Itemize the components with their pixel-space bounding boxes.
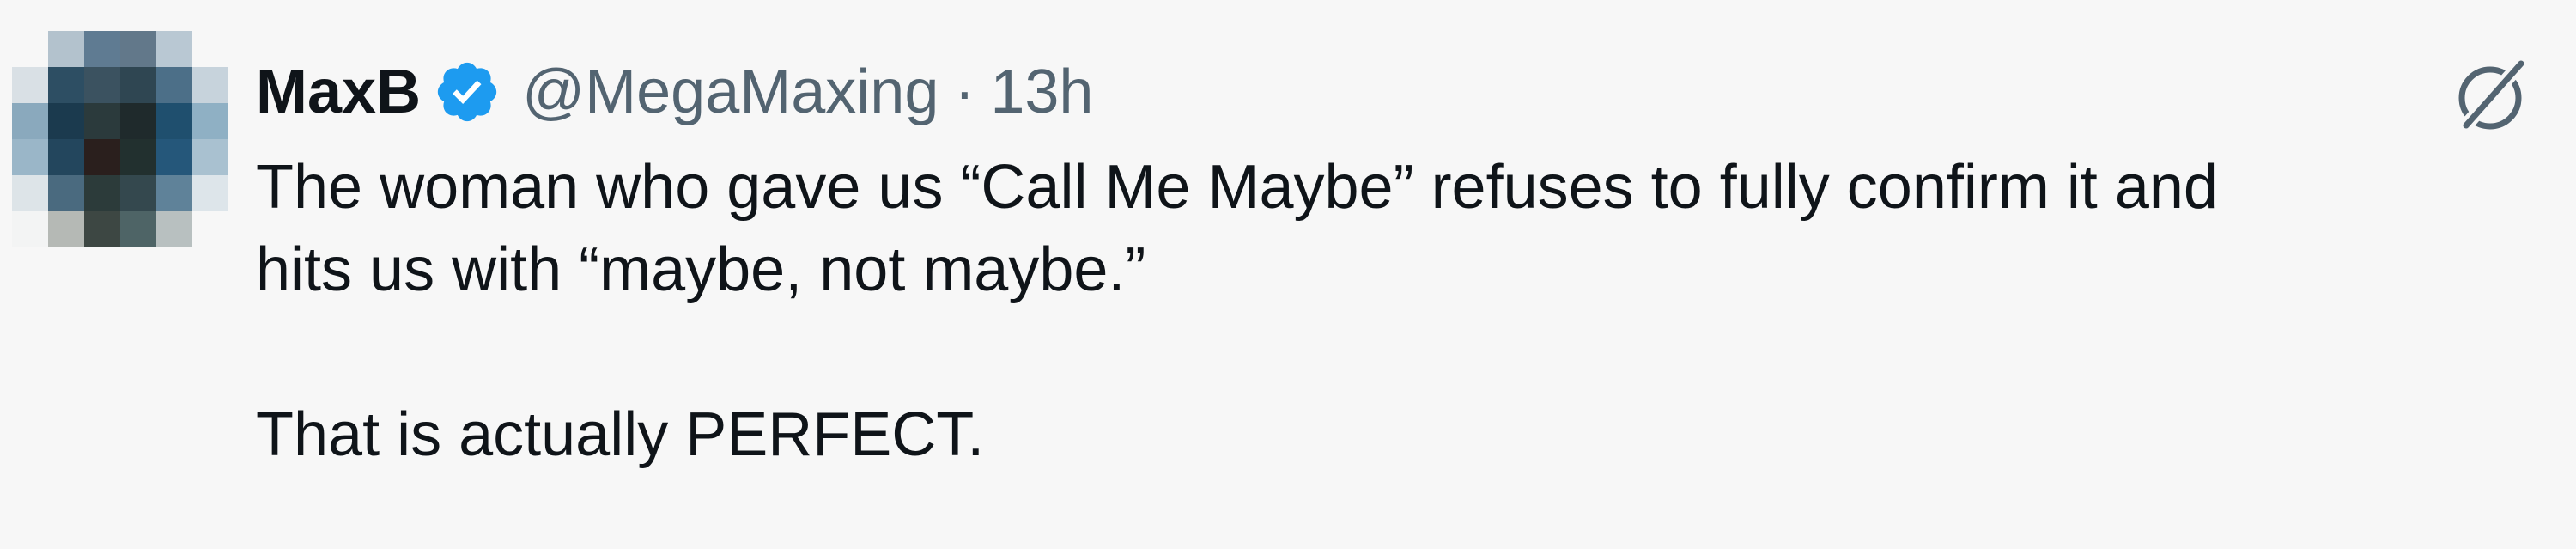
avatar-pixel bbox=[156, 211, 192, 247]
author-handle[interactable]: @MegaMaxing bbox=[522, 57, 939, 127]
avatar-pixel bbox=[12, 139, 48, 175]
avatar-pixel bbox=[48, 175, 84, 211]
avatar-pixel bbox=[192, 175, 228, 211]
tweet[interactable]: MaxB @MegaMaxing · 13h The woman who gav… bbox=[0, 0, 2576, 549]
avatar-pixel bbox=[48, 139, 84, 175]
avatar-pixel bbox=[84, 31, 120, 67]
tweet-text-line: The woman who gave us “Call Me Maybe” re… bbox=[256, 153, 2218, 222]
avatar-pixel bbox=[192, 211, 228, 247]
avatar-pixel bbox=[192, 103, 228, 139]
avatar-pixel bbox=[120, 67, 156, 103]
avatar-pixel bbox=[12, 103, 48, 139]
avatar-pixel bbox=[84, 211, 120, 247]
avatar-pixel bbox=[156, 31, 192, 67]
avatar-pixel bbox=[84, 103, 120, 139]
avatar-pixel bbox=[192, 31, 228, 67]
avatar-pixel bbox=[120, 103, 156, 139]
verified-badge-icon[interactable] bbox=[433, 58, 501, 126]
avatar-pixel bbox=[192, 139, 228, 175]
avatar-pixel bbox=[48, 211, 84, 247]
avatar-pixel bbox=[192, 67, 228, 103]
avatar-pixel bbox=[120, 175, 156, 211]
avatar-pixel bbox=[84, 175, 120, 211]
avatar-pixel bbox=[84, 67, 120, 103]
avatar-pixel bbox=[12, 211, 48, 247]
grok-icon[interactable] bbox=[2447, 53, 2533, 139]
avatar-pixel bbox=[156, 139, 192, 175]
tweet-timestamp[interactable]: 13h bbox=[990, 57, 1093, 127]
avatar-pixel bbox=[84, 139, 120, 175]
avatar-pixel bbox=[12, 67, 48, 103]
tweet-text: The woman who gave us “Call Me Maybe” re… bbox=[256, 146, 2557, 476]
avatar-pixel bbox=[120, 211, 156, 247]
avatar-pixel bbox=[48, 67, 84, 103]
avatar-pixel bbox=[120, 31, 156, 67]
tweet-header: MaxB @MegaMaxing · 13h bbox=[256, 45, 1093, 139]
avatar-pixel bbox=[156, 103, 192, 139]
avatar-pixel bbox=[48, 103, 84, 139]
avatar-pixel bbox=[156, 175, 192, 211]
avatar-pixel bbox=[120, 139, 156, 175]
tweet-text-line: That is actually PERFECT. bbox=[256, 400, 985, 469]
avatar-pixel bbox=[12, 175, 48, 211]
avatar[interactable] bbox=[12, 31, 228, 247]
author-name[interactable]: MaxB bbox=[256, 57, 421, 127]
avatar-pixel bbox=[12, 31, 48, 67]
tweet-text-line: hits us with “maybe, not maybe.” bbox=[256, 235, 1146, 304]
avatar-pixel bbox=[156, 67, 192, 103]
separator-dot: · bbox=[954, 58, 975, 126]
avatar-pixel bbox=[48, 31, 84, 67]
